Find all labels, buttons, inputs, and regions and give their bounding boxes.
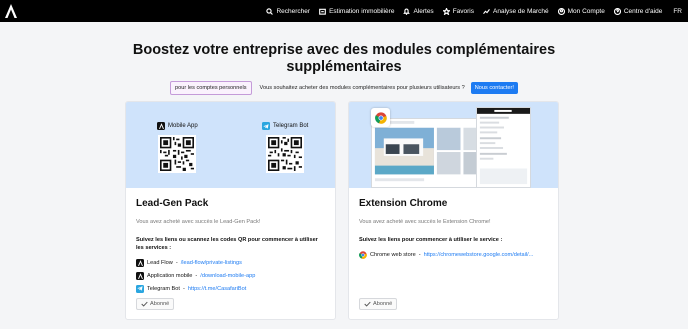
- lead-flow-link[interactable]: /lead-flow/private-listings: [181, 260, 242, 266]
- card-banner: Mobile App Telegram Bot: [126, 102, 335, 188]
- nav-analyse[interactable]: Analyse de Marché: [483, 8, 549, 15]
- service-links: Chrome web store - https://chromewebstor…: [359, 248, 550, 261]
- nav-label: Rechercher: [276, 7, 311, 15]
- casafari-icon: [157, 122, 165, 130]
- link-separator: -: [182, 285, 185, 292]
- estimate-icon: [319, 8, 326, 15]
- subscribed-badge[interactable]: Abonné: [359, 298, 398, 310]
- page-title-line1: Boostez votre entreprise avec des module…: [132, 42, 556, 58]
- extension-panel-mockup: [476, 107, 531, 188]
- link-name: Telegram Bot: [147, 285, 180, 292]
- card-instruction: Suivez les liens pour commencer à utilis…: [359, 237, 503, 243]
- nav-mon-compte[interactable]: Mon Compte: [557, 7, 605, 15]
- nav-label: Mon Compte: [567, 7, 605, 15]
- telegram-bot-link[interactable]: https://t.me/CasafariBot: [188, 286, 246, 292]
- subscribed-label: Abonné: [373, 301, 393, 307]
- casafari-icon: [136, 258, 144, 267]
- qr-label-text: Mobile App: [168, 123, 198, 129]
- card-title: Extension Chrome: [359, 198, 448, 209]
- nav-favoris[interactable]: Favoris: [442, 7, 474, 15]
- list-item: Chrome web store - https://chromewebstor…: [359, 248, 550, 261]
- card-subtitle: Vous avez acheté avec succès le Lead-Gen…: [136, 219, 261, 225]
- service-links: Lead Flow - /lead-flow/private-listings …: [136, 256, 327, 295]
- link-name: Lead Flow: [147, 259, 173, 266]
- chrome-icon: [374, 111, 387, 124]
- link-separator: -: [418, 251, 421, 258]
- qr-label-text: Telegram Bot: [273, 123, 309, 129]
- lead-gen-pack-card: Mobile App Telegram Bot Lead-Gen Pack Vo…: [125, 101, 336, 320]
- casafari-logo[interactable]: [5, 4, 17, 18]
- telegram-bot-qr-block: Telegram Bot: [262, 122, 308, 173]
- chart-icon: [483, 8, 490, 14]
- nav-label: Analyse de Marché: [493, 7, 549, 15]
- star-icon: [442, 7, 450, 15]
- page-title-line2: supplémentaires: [286, 59, 402, 75]
- casafari-icon: [136, 271, 144, 280]
- card-banner: [349, 102, 558, 188]
- list-item: Lead Flow - /lead-flow/private-listings: [136, 256, 327, 269]
- subscribed-label: Abonné: [150, 301, 170, 307]
- personal-accounts-pill[interactable]: pour les comptes personnels: [170, 81, 252, 95]
- nav-label: Alertes: [413, 7, 434, 15]
- link-name: Application mobile: [147, 272, 193, 279]
- mobile-app-qr-code[interactable]: [158, 135, 197, 173]
- language-switcher[interactable]: FR: [673, 8, 682, 15]
- mobile-app-qr-block: Mobile App: [157, 122, 198, 173]
- nav-label: Estimation immobilière: [329, 7, 395, 15]
- nav-menu: Rechercher Estimation immobilière Alerte…: [266, 0, 682, 22]
- nav-rechercher[interactable]: Rechercher: [266, 8, 310, 15]
- chrome-badge: [371, 108, 390, 127]
- mobile-app-link[interactable]: /download-mobile-app: [200, 273, 255, 279]
- chrome-extension-card: Extension Chrome Vous avez acheté avec s…: [348, 101, 559, 320]
- subscribed-badge[interactable]: Abonné: [136, 298, 175, 310]
- telegram-bot-qr-code[interactable]: [266, 135, 305, 173]
- card-title: Lead-Gen Pack: [136, 198, 209, 209]
- multi-user-text: Vous souhaitez acheter des modules compl…: [259, 85, 465, 91]
- mobile-app-label: Mobile App: [157, 122, 198, 130]
- card-body: Extension Chrome Vous avez acheté avec s…: [359, 198, 550, 261]
- top-navbar: Rechercher Estimation immobilière Alerte…: [0, 0, 688, 22]
- page-title: Boostez votre entreprise avec des module…: [0, 42, 688, 76]
- card-instruction: Suivez les liens ou scannez les codes QR…: [136, 237, 318, 251]
- telegram-icon: [262, 122, 270, 130]
- contact-us-button[interactable]: Nous contacter!: [470, 82, 518, 94]
- link-name: Chrome web store: [370, 251, 416, 258]
- list-item: Application mobile - /download-mobile-ap…: [136, 269, 327, 282]
- nav-estimation[interactable]: Estimation immobilière: [319, 8, 394, 15]
- list-item: Telegram Bot - https://t.me/CasafariBot: [136, 282, 327, 295]
- chrome-icon: [359, 250, 367, 259]
- listing-photo-mockup: [371, 118, 491, 188]
- telegram-bot-label: Telegram Bot: [262, 122, 308, 130]
- user-icon: [557, 7, 565, 15]
- bell-icon: [403, 8, 411, 15]
- telegram-icon: [136, 284, 144, 293]
- account-type-row: pour les comptes personnels Vous souhait…: [0, 81, 688, 95]
- nav-alertes[interactable]: Alertes: [403, 7, 434, 15]
- link-separator: -: [175, 259, 178, 266]
- nav-centre-aide[interactable]: Centre d'aide: [613, 7, 663, 15]
- check-icon: [141, 301, 148, 307]
- check-icon: [364, 301, 371, 307]
- nav-label: Favoris: [452, 7, 474, 15]
- search-icon: [266, 7, 274, 15]
- card-subtitle: Vous avez acheté avec succès le Extensio…: [359, 219, 491, 225]
- card-body: Lead-Gen Pack Vous avez acheté avec succ…: [136, 198, 327, 295]
- link-separator: -: [195, 272, 198, 279]
- help-icon: [613, 7, 621, 15]
- chrome-store-link[interactable]: https://chromewebstore.google.com/detail…: [424, 252, 534, 258]
- nav-label: Centre d'aide: [623, 7, 663, 15]
